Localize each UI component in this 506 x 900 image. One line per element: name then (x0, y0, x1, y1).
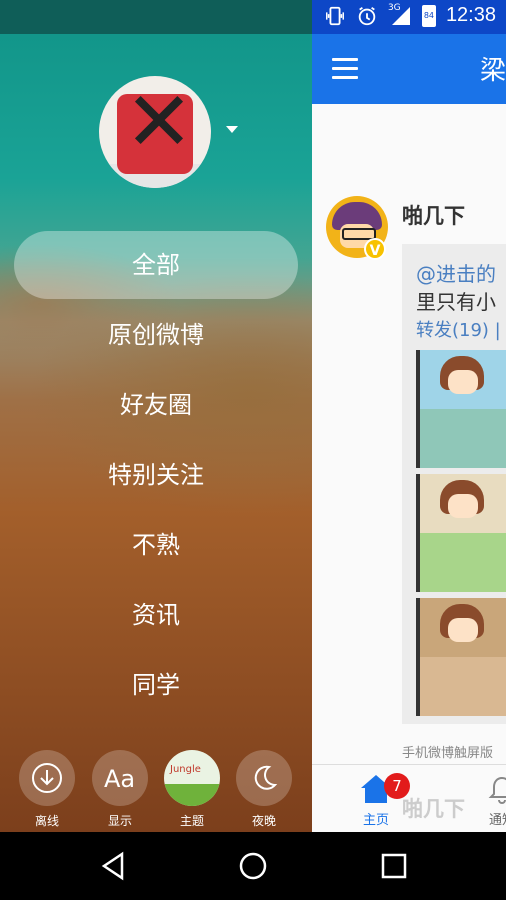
tab-home[interactable]: 主页 7 (354, 769, 410, 829)
post-image-3[interactable] (416, 598, 506, 716)
drawer-item-friends[interactable]: 好友圈 (14, 371, 298, 439)
main-content: 梁 V 啪几下 @进击的 里只有小 转发(19) | 手机微博触屏版 啪几下 主… (312, 34, 506, 832)
home-nav-icon[interactable] (237, 850, 269, 882)
status-bar-left (0, 0, 312, 34)
vibrate-icon (325, 6, 344, 25)
recents-icon[interactable] (378, 850, 410, 882)
repost-text: 里只有小 (416, 290, 496, 314)
drawer-item-special-follow[interactable]: 特别关注 (14, 441, 298, 509)
bottom-tab-bar: 啪几下 主页 7 通知 (312, 764, 506, 832)
post-image-1[interactable] (416, 350, 506, 468)
bell-icon (488, 776, 506, 804)
feed[interactable]: V 啪几下 @进击的 里只有小 转发(19) | 手机微博触屏版 (312, 104, 506, 764)
alarm-icon (358, 6, 376, 25)
repost-box[interactable]: @进击的 里只有小 转发(19) | (402, 244, 506, 724)
drawer-item-original[interactable]: 原创微博 (14, 301, 298, 369)
user-avatar[interactable] (99, 76, 211, 188)
offline-label: 离线 (34, 814, 59, 828)
drawer-item-classmates[interactable]: 同学 (14, 651, 298, 719)
tab-home-label: 主页 (362, 813, 389, 828)
notification-badge: 7 (384, 773, 410, 799)
repost-count-link[interactable]: 转发(19) | (416, 316, 501, 342)
tab-ghost-text: 啪几下 (402, 797, 465, 821)
topbar-title[interactable]: 梁 (480, 50, 506, 87)
status-bar: 3G 84 12:38 (0, 0, 506, 34)
post-card[interactable]: V 啪几下 @进击的 里只有小 转发(19) | 手机微博触屏版 (312, 104, 506, 764)
night-label: 夜晚 (251, 814, 276, 828)
repost-mention-link[interactable]: @进击的 (416, 258, 496, 287)
download-icon (32, 763, 62, 793)
network-type: 3G (387, 2, 401, 13)
offline-button[interactable]: 离线 (19, 750, 75, 829)
navigation-drawer: 全部 原创微博 好友圈 特别关注 不熟 资讯 同学 离线 Aa 显示 Jungl… (0, 34, 312, 832)
battery-icon: 84 (421, 4, 436, 27)
top-app-bar: 梁 (312, 34, 506, 104)
post-author-name[interactable]: 啪几下 (402, 200, 465, 230)
tab-notifications[interactable]: 通知 (482, 769, 506, 829)
font-size-icon: Aa (104, 765, 135, 793)
post-image-2[interactable] (416, 474, 506, 592)
tab-notifications-label: 通知 (488, 813, 506, 828)
display-label: 显示 (107, 814, 132, 828)
verified-badge: V (364, 238, 386, 260)
account-dropdown-icon[interactable] (226, 126, 238, 133)
hamburger-menu-icon[interactable] (332, 58, 358, 80)
clock: 12:38 (445, 4, 496, 26)
theme-label: 主题 (179, 814, 204, 828)
night-mode-button[interactable]: 夜晚 (236, 750, 292, 829)
svg-text:Aa: Aa (104, 765, 135, 793)
drawer-item-news[interactable]: 资讯 (14, 581, 298, 649)
system-nav-bar (0, 832, 506, 900)
battery-level: 84 (423, 10, 435, 20)
theme-button[interactable]: Jungle 主题 (164, 750, 220, 829)
display-button[interactable]: Aa 显示 (92, 750, 148, 829)
signal-icon: 3G (387, 2, 412, 27)
status-icons: 3G 84 12:38 (324, 2, 496, 27)
drawer-item-unfamiliar[interactable]: 不熟 (14, 511, 298, 579)
moon-icon (254, 765, 278, 790)
theme-icon: Jungle (164, 750, 220, 806)
drawer-item-all[interactable]: 全部 (14, 231, 298, 299)
screen: 3G 84 12:38 梁 V 啪几下 @进击的 里只有小 转发(19) | 手… (0, 0, 506, 832)
back-icon[interactable] (98, 850, 130, 882)
post-source: 手机微博触屏版 (402, 746, 494, 761)
